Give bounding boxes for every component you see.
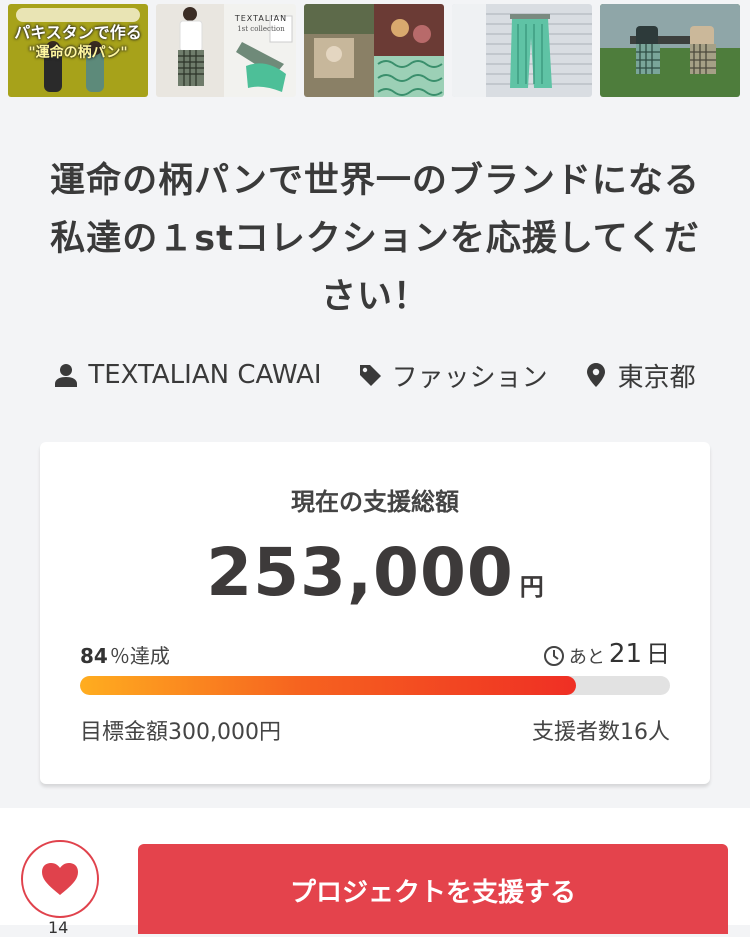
location-name: 東京都 bbox=[617, 362, 696, 393]
percent-achieved: 84 ％達成 bbox=[80, 640, 170, 669]
gallery-thumb-4[interactable] bbox=[452, 4, 592, 97]
thumb-2-brand: TEXTALIAN bbox=[234, 14, 288, 23]
days-value: 21 bbox=[608, 639, 642, 669]
project-title: 運命の柄パンで世界一のブランドになる私達の１stコレクションを応援してください！ bbox=[50, 161, 700, 317]
thumb-4-image bbox=[452, 4, 592, 97]
progress-bar-fill bbox=[80, 676, 576, 695]
percent-label: ％達成 bbox=[109, 644, 170, 668]
funding-amount-row: 253,000 円 bbox=[40, 534, 710, 611]
thumb-5-image bbox=[600, 4, 740, 97]
days-prefix: あと bbox=[568, 647, 605, 668]
progress-stats: 84 ％達成 あと 21 日 bbox=[80, 634, 670, 669]
thumb-2-sub: 1st collection bbox=[237, 25, 285, 33]
funding-amount: 253,000 bbox=[206, 534, 514, 611]
thumb-1-line1: パキスタンで作る bbox=[14, 23, 142, 42]
location-link[interactable]: 東京都 bbox=[584, 357, 696, 394]
thumb-3-image bbox=[304, 4, 444, 97]
favorite-count: 14 bbox=[48, 918, 69, 937]
clock-icon bbox=[543, 646, 564, 666]
user-icon bbox=[55, 364, 78, 387]
backer-count: 支援者数16人 bbox=[532, 720, 670, 745]
project-meta: TEXTALIAN CAWAI ファッション 東京都 bbox=[0, 357, 750, 393]
tag-icon bbox=[359, 365, 381, 386]
days-unit: 日 bbox=[646, 640, 670, 668]
gallery-thumb-1[interactable]: パキスタンで作る "運命の柄パン" bbox=[8, 4, 148, 97]
goal-row: 目標金額300,000円 支援者数16人 bbox=[80, 714, 670, 746]
percent-value: 84 bbox=[80, 644, 108, 668]
gallery-thumb-5[interactable] bbox=[600, 4, 740, 97]
goal-amount: 目標金額300,000円 bbox=[80, 720, 281, 745]
gallery-thumb-2[interactable]: TEXTALIAN 1st collection bbox=[156, 4, 296, 97]
funding-card: 現在の支援総額 253,000 円 84 ％達成 あと 21 日 目標金額300,0… bbox=[40, 442, 710, 784]
category-link[interactable]: ファッション bbox=[358, 357, 548, 394]
funding-label: 現在の支援総額 bbox=[291, 488, 459, 516]
currency-label: 円 bbox=[519, 573, 544, 601]
gallery-thumb-3[interactable] bbox=[304, 4, 444, 97]
action-bar: 14 プロジェクトを支援する bbox=[0, 808, 750, 937]
heart-icon bbox=[42, 863, 78, 895]
category-name: ファッション bbox=[391, 362, 548, 393]
image-gallery: パキスタンで作る "運命の柄パン" TEXTALIAN 1st collecti… bbox=[0, 0, 750, 100]
progress-bar bbox=[80, 676, 670, 695]
days-remaining: あと 21 日 bbox=[543, 634, 670, 669]
favorite-button[interactable] bbox=[21, 840, 99, 918]
owner-link[interactable]: TEXTALIAN CAWAI bbox=[54, 360, 322, 390]
thumb-1-line2: "運命の柄パン" bbox=[28, 45, 128, 61]
location-pin-icon bbox=[586, 363, 605, 387]
support-project-button[interactable]: プロジェクトを支援する bbox=[138, 844, 728, 934]
owner-name: TEXTALIAN CAWAI bbox=[88, 360, 322, 390]
